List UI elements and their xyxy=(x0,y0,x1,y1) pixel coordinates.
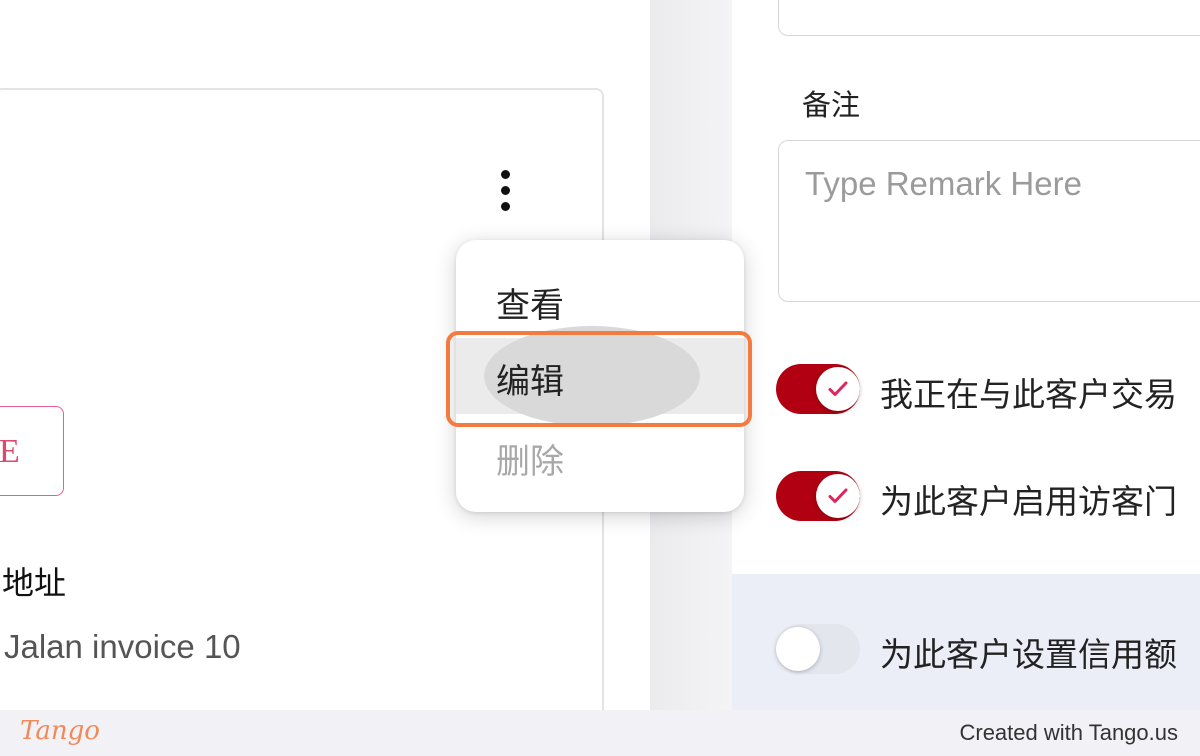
footer-bar: Tango Created with Tango.us xyxy=(0,710,1200,756)
toggle-row-visitor-portal: 为此客户启用访客门 xyxy=(776,471,1200,523)
menu-item-delete[interactable]: 删除 xyxy=(496,434,564,483)
credit-limit-toggle-label: 为此客户设置信用额 xyxy=(880,635,1177,674)
address-label: 地址 xyxy=(2,564,67,602)
status-badge-text: E xyxy=(0,433,20,470)
visitor-portal-toggle[interactable] xyxy=(776,471,860,521)
footer-credit-text: Created with Tango.us xyxy=(959,720,1178,745)
trading-toggle-label: 我正在与此客户交易 xyxy=(880,375,1177,414)
menu-item-view[interactable]: 查看 xyxy=(496,278,564,327)
checkmark-icon xyxy=(828,488,848,503)
step-highlight-box xyxy=(446,331,752,427)
credit-limit-toggle[interactable] xyxy=(776,624,860,674)
checkmark-icon xyxy=(828,381,848,396)
remark-label: 备注 xyxy=(802,88,861,122)
tango-logo: Tango xyxy=(20,716,100,746)
status-badge: E xyxy=(0,406,64,496)
remark-input[interactable] xyxy=(778,140,1200,302)
toggle-row-trading: 我正在与此客户交易 xyxy=(776,364,1200,416)
toggle-knob xyxy=(816,367,860,411)
toggle-knob xyxy=(816,474,860,518)
previous-input-field[interactable] xyxy=(778,0,1200,36)
address-value: Jalan invoice 10 xyxy=(4,628,241,665)
more-options-icon[interactable] xyxy=(492,168,522,214)
toggle-row-credit-limit: 为此客户设置信用额 xyxy=(776,624,1200,676)
toggle-knob xyxy=(776,627,820,671)
trading-toggle[interactable] xyxy=(776,364,860,414)
visitor-portal-toggle-label: 为此客户启用访客门 xyxy=(880,482,1177,521)
